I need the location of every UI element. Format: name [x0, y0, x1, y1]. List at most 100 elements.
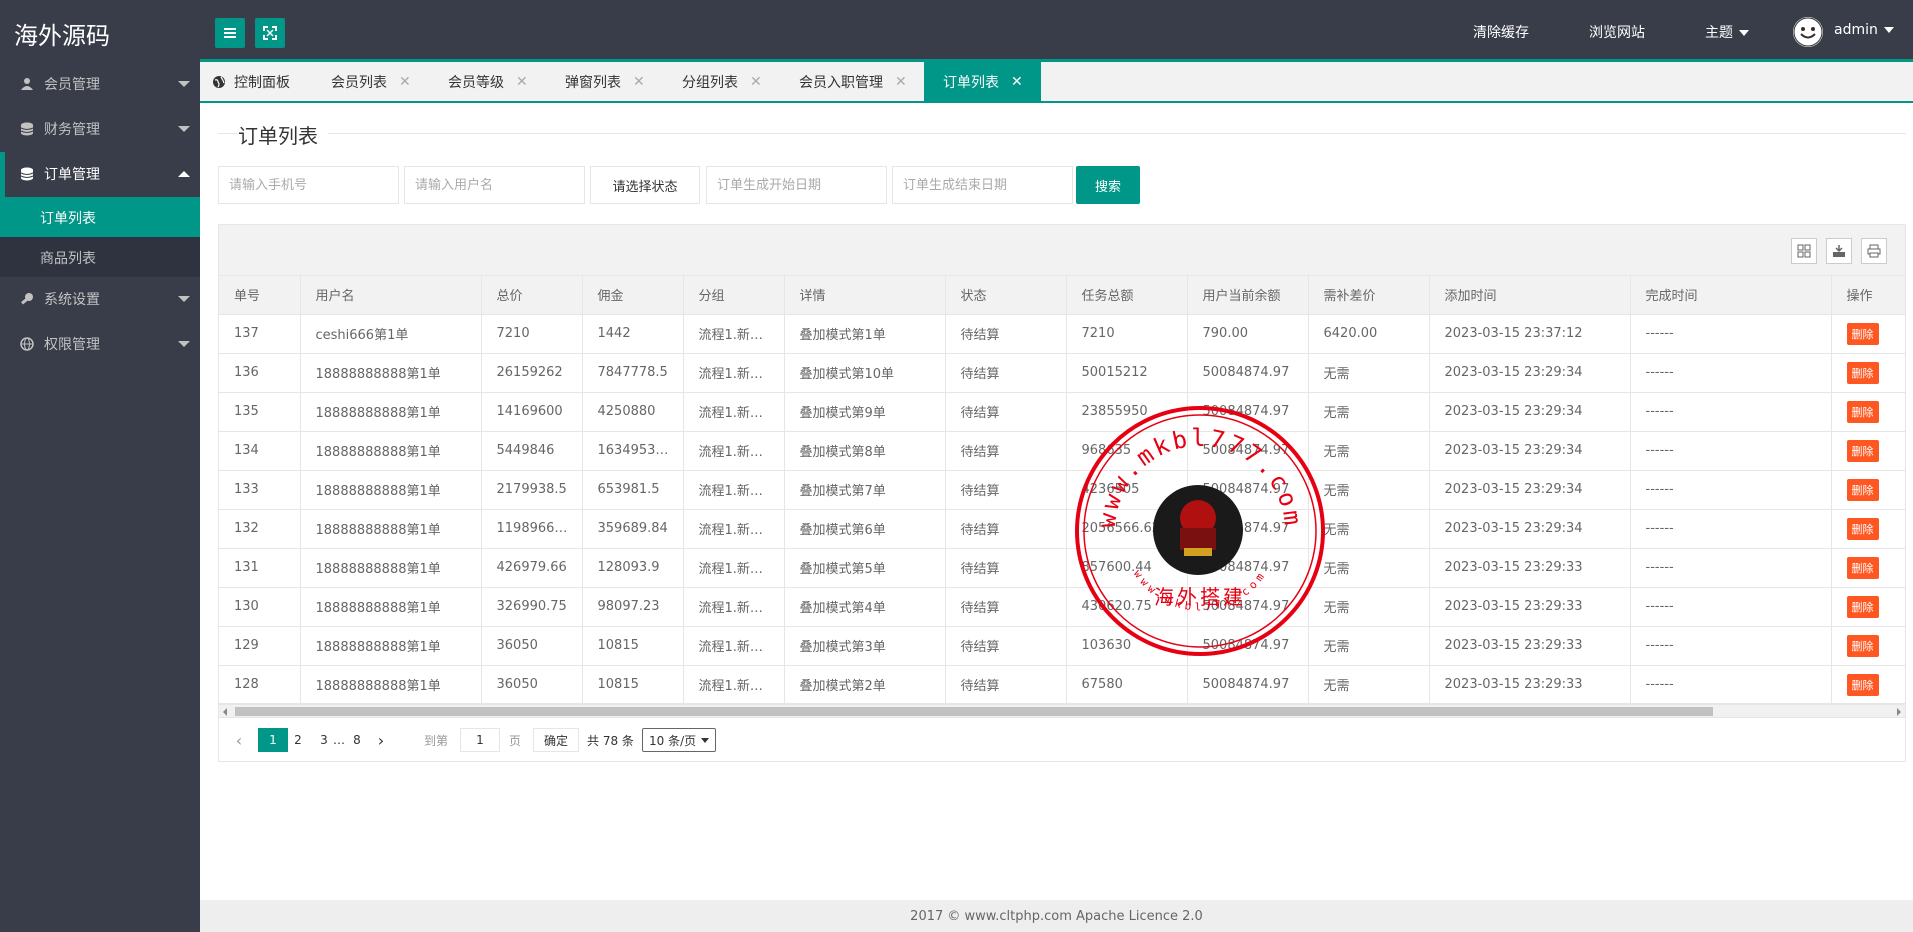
table-cell: ------	[1630, 626, 1832, 666]
phone-input[interactable]	[218, 166, 399, 204]
table-cell: 137	[219, 314, 301, 354]
print-button[interactable]	[1861, 238, 1887, 264]
sidebar-item-finance[interactable]: 财务管理	[0, 107, 200, 152]
sidebar-subitem-label: 商品列表	[40, 251, 96, 267]
delete-button[interactable]: 删除	[1846, 634, 1879, 657]
table-row[interactable]: 134 18888888888第1单 5449846 1634953… 流程1.新… 叠加…	[219, 431, 1905, 471]
menu-toggle-button[interactable]	[215, 18, 245, 48]
table-cell: 132	[219, 509, 301, 549]
scroll-right-icon[interactable]	[1897, 708, 1901, 716]
table-cell: 2056566.62	[1066, 509, 1188, 549]
goto-label: 到第	[424, 733, 449, 748]
chevron-down-icon	[1883, 27, 1894, 33]
tab-group-list[interactable]: 分组列表 ✕	[682, 62, 762, 101]
start-date-input[interactable]	[706, 166, 887, 204]
tab-member-level[interactable]: 会员等级 ✕	[448, 62, 528, 101]
page-3[interactable]: 3	[316, 728, 332, 752]
sidebar-item-permissions[interactable]: 权限管理	[0, 322, 200, 367]
columns-filter-button[interactable]	[1791, 238, 1817, 264]
prev-page-icon[interactable]: ‹	[229, 728, 249, 752]
table-cell: 18888888888第1单	[300, 626, 482, 666]
tab-order-list[interactable]: 订单列表 ✕	[924, 62, 1041, 101]
fullscreen-button[interactable]	[255, 18, 285, 48]
page-1[interactable]: 1	[258, 728, 288, 752]
table-row[interactable]: 130 18888888888第1单 326990.75 98097.23 流程1.新……	[219, 587, 1905, 627]
goto-page-input[interactable]: 1	[460, 728, 500, 752]
sidebar-subitem-order-list[interactable]: 订单列表	[0, 197, 200, 237]
clear-cache-link[interactable]: 清除缓存	[1473, 22, 1529, 42]
sidebar-item-orders[interactable]: 订单管理	[0, 152, 200, 197]
scrollbar-thumb[interactable]	[235, 707, 1713, 716]
delete-button[interactable]: 删除	[1846, 322, 1879, 345]
table-row[interactable]: 136 18888888888第1单 26159262 7847778.5 流程1.新……	[219, 353, 1905, 393]
table-cell: 2023-03-15 23:29:33	[1429, 548, 1631, 588]
delete-button[interactable]: 删除	[1846, 361, 1879, 384]
table-cell: 2023-03-15 23:29:33	[1429, 587, 1631, 627]
column-header: 用户当前余额	[1187, 276, 1309, 315]
close-icon[interactable]: ✕	[633, 74, 645, 90]
chevron-up-icon	[178, 171, 190, 177]
horizontal-scrollbar[interactable]	[218, 704, 1906, 718]
table-cell: ------	[1630, 548, 1832, 588]
table-cell: ceshi666第1单	[300, 314, 482, 354]
tab-popup-list[interactable]: 弹窗列表 ✕	[565, 62, 645, 101]
delete-button[interactable]: 删除	[1846, 517, 1879, 540]
page-2[interactable]: 2	[288, 728, 308, 752]
tab-member-list[interactable]: 会员列表 ✕	[331, 62, 411, 101]
table-cell: 2023-03-15 23:29:33	[1429, 626, 1631, 666]
tab-dashboard[interactable]: 控制面板	[212, 62, 290, 101]
goto-confirm-button[interactable]: 确定	[533, 728, 579, 752]
table-cell: 叠加模式第3单	[784, 626, 946, 666]
export-button[interactable]	[1826, 238, 1852, 264]
table-cell: 待结算	[945, 509, 1067, 549]
end-date-input[interactable]	[892, 166, 1073, 204]
table-row[interactable]: 135 18888888888第1单 14169600 4250880 流程1.新… 叠加…	[219, 392, 1905, 432]
delete-button[interactable]: 删除	[1846, 556, 1879, 579]
sidebar-item-label: 权限管理	[44, 337, 100, 353]
theme-menu[interactable]: 主题	[1705, 22, 1749, 42]
close-icon[interactable]: ✕	[516, 74, 528, 90]
table-row[interactable]: 133 18888888888第1单 2179938.5 653981.5 流程1.新……	[219, 470, 1905, 510]
scroll-left-icon[interactable]	[223, 708, 227, 716]
status-select[interactable]: 请选择状态	[590, 166, 700, 204]
table-cell: 50084874.97	[1187, 626, 1309, 666]
search-button[interactable]: 搜索	[1076, 166, 1140, 204]
table-cell: 36050	[481, 665, 583, 703]
close-icon[interactable]: ✕	[1011, 74, 1023, 90]
table-row[interactable]: 137 ceshi666第1单 7210 1442 流程1.新… 叠加模式第1单 待结算 72…	[219, 314, 1905, 354]
delete-button[interactable]: 删除	[1846, 400, 1879, 423]
table-cell: 待结算	[945, 431, 1067, 471]
sidebar-subitem-product-list[interactable]: 商品列表	[0, 237, 200, 277]
table-cell: 133	[219, 470, 301, 510]
table-row[interactable]: 128 18888888888第1单 36050 10815 流程1.新… 叠加模式第2单…	[219, 665, 1905, 703]
database-icon	[20, 167, 34, 181]
table-cell-action: 删除	[1831, 314, 1905, 354]
close-icon[interactable]: ✕	[399, 74, 411, 90]
close-icon[interactable]: ✕	[750, 74, 762, 90]
delete-button[interactable]: 删除	[1846, 478, 1879, 501]
user-menu[interactable]: admin	[1834, 22, 1894, 38]
table-row[interactable]: 132 18888888888第1单 1198966… 359689.84 流程1.新……	[219, 509, 1905, 549]
avatar[interactable]	[1793, 17, 1823, 47]
table-row[interactable]: 129 18888888888第1单 36050 10815 流程1.新… 叠加模式第3单…	[219, 626, 1905, 666]
wrench-icon	[21, 293, 33, 305]
username-input[interactable]	[404, 166, 585, 204]
table-row[interactable]: 131 18888888888第1单 426979.66 128093.9 流程1.新……	[219, 548, 1905, 588]
delete-button[interactable]: 删除	[1846, 595, 1879, 618]
delete-button[interactable]: 删除	[1846, 673, 1879, 696]
sidebar-item-members[interactable]: 会员管理	[0, 62, 200, 107]
table-cell-action: 删除	[1831, 353, 1905, 393]
sidebar-item-settings[interactable]: 系统设置	[0, 277, 200, 322]
browse-site-link[interactable]: 浏览网站	[1589, 22, 1645, 42]
page-size-select[interactable]: 10 条/页	[642, 728, 716, 752]
table-cell: 叠加模式第1单	[784, 314, 946, 354]
close-icon[interactable]: ✕	[895, 74, 907, 90]
table-cell: 129	[219, 626, 301, 666]
page-8[interactable]: 8	[347, 728, 367, 752]
table-cell: 流程1.新…	[683, 665, 785, 703]
delete-button[interactable]: 删除	[1846, 439, 1879, 462]
table-cell: 128093.9	[582, 548, 684, 588]
page-ellipsis: …	[333, 733, 345, 747]
next-page-icon[interactable]: ›	[371, 728, 391, 752]
tab-member-onboarding[interactable]: 会员入职管理 ✕	[799, 62, 907, 101]
